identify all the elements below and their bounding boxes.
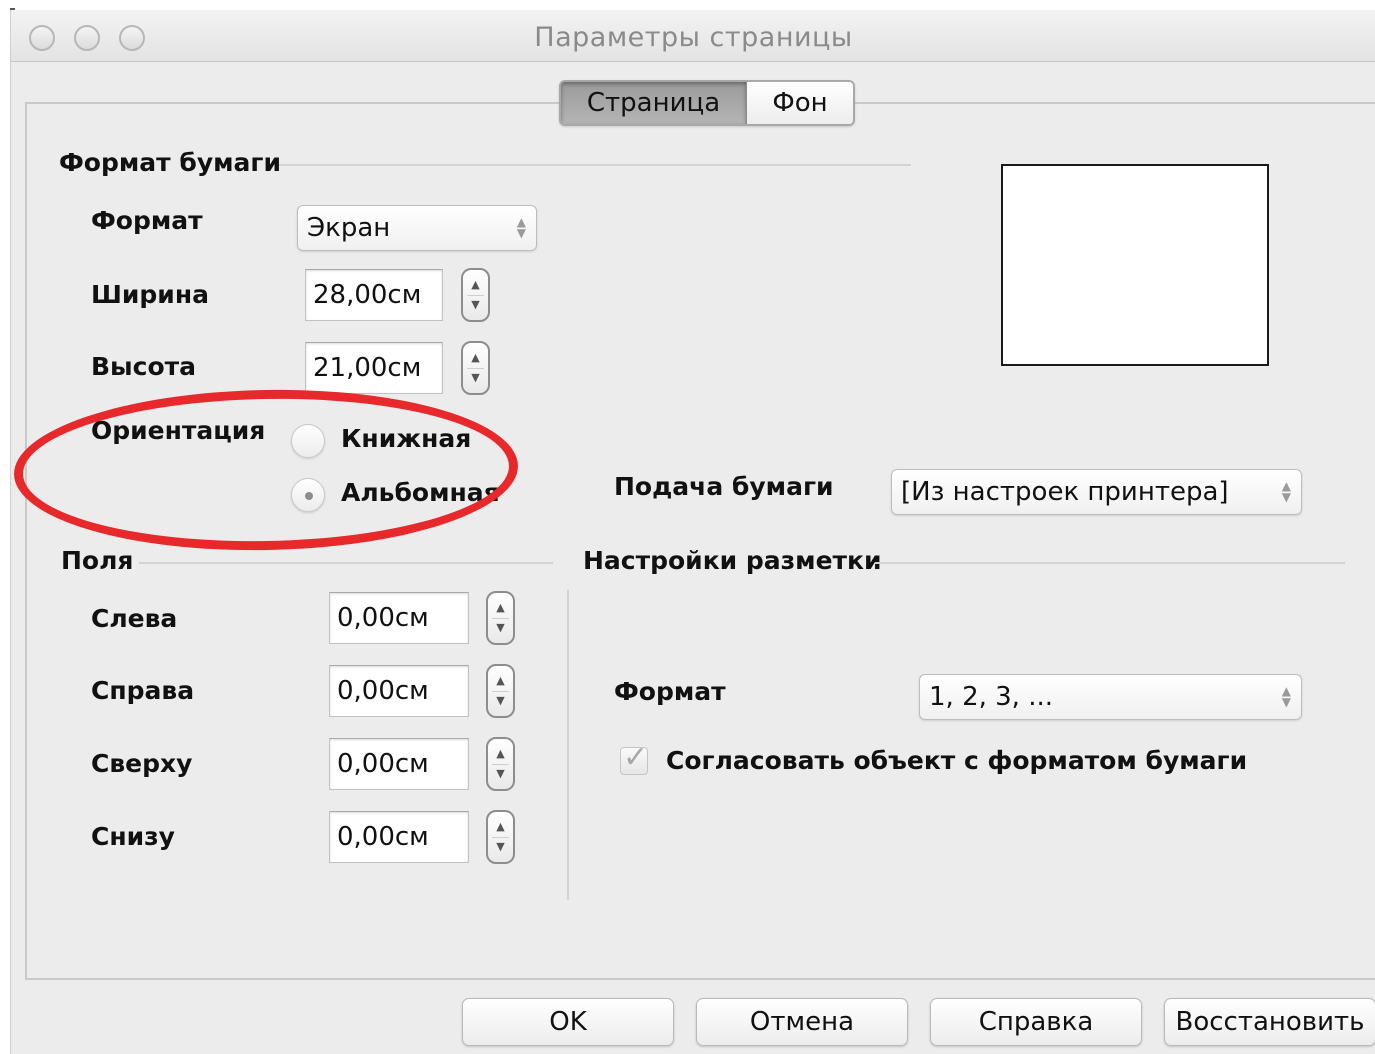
margin-right-stepper-icon[interactable]: ▲ ▼ [486, 664, 515, 718]
tab-background[interactable]: Фон [747, 82, 853, 124]
orientation-label: Ориентация [91, 416, 266, 445]
width-stepper-icon[interactable]: ▲ ▼ [461, 268, 490, 322]
page-setup-dialog: Параметры страницы Страница Фон Формат б… [10, 10, 1375, 1054]
layout-section-title: Настройки разметки [583, 546, 882, 575]
margin-left-stepper-icon[interactable]: ▲ ▼ [486, 591, 515, 645]
layout-separator [875, 562, 1345, 564]
paper-tray-select-value: [Из настроек принтера] [901, 477, 1229, 507]
help-button[interactable]: Справка [930, 998, 1142, 1046]
margin-right-field[interactable]: 0,00см [329, 665, 469, 717]
tab-bar: Страница Фон [559, 80, 855, 126]
margin-bottom-label: Снизу [91, 822, 175, 851]
fit-object-checkbox[interactable]: ✓ [620, 740, 648, 775]
checkmark-icon: ✓ [623, 740, 649, 775]
radio-selected-dot [305, 492, 313, 500]
margin-left-field[interactable]: 0,00см [329, 592, 469, 644]
fit-object-label[interactable]: Согласовать объект с форматом бумаги [666, 746, 1247, 775]
width-field[interactable]: 28,00см [305, 269, 443, 321]
tab-page[interactable]: Страница [561, 82, 747, 124]
margins-section-title: Поля [61, 546, 134, 575]
paper-format-separator [279, 164, 911, 166]
margin-top-label: Сверху [91, 749, 193, 778]
paper-tray-label: Подача бумаги [614, 472, 834, 501]
margin-bottom-stepper-icon[interactable]: ▲ ▼ [486, 810, 515, 864]
paper-tray-select[interactable]: [Из настроек принтера] ▲ ▼ [891, 469, 1302, 515]
width-label: Ширина [91, 280, 209, 309]
up-down-chevron-icon: ▲ ▼ [1281, 684, 1291, 709]
up-down-chevron-icon: ▲ ▼ [1281, 479, 1291, 504]
cancel-button[interactable]: Отмена [696, 998, 908, 1046]
margin-right-label: Справа [91, 676, 195, 705]
layout-format-select[interactable]: 1, 2, 3, ... ▲ ▼ [919, 674, 1302, 720]
portrait-radio[interactable] [291, 424, 325, 458]
height-stepper-icon[interactable]: ▲ ▼ [461, 341, 490, 395]
paper-format-section-title: Формат бумаги [59, 148, 281, 177]
reset-button[interactable]: Восстановить [1164, 998, 1375, 1046]
title-bar: Параметры страницы [11, 10, 1375, 62]
landscape-radio[interactable] [291, 478, 325, 512]
ok-button[interactable]: OK [462, 998, 674, 1046]
format-label: Формат [91, 206, 203, 235]
window-title: Параметры страницы [534, 22, 853, 53]
margin-top-stepper-icon[interactable]: ▲ ▼ [486, 737, 515, 791]
layout-format-label: Формат [614, 677, 726, 706]
portrait-label[interactable]: Книжная [341, 424, 471, 453]
format-select-value: Экран [307, 213, 391, 243]
margins-separator [139, 562, 553, 564]
height-field[interactable]: 21,00см [305, 342, 443, 394]
page-preview [1001, 164, 1269, 366]
format-select[interactable]: Экран ▲ ▼ [297, 205, 537, 251]
landscape-label[interactable]: Альбомная [341, 478, 500, 507]
margin-top-field[interactable]: 0,00см [329, 738, 469, 790]
layout-format-select-value: 1, 2, 3, ... [929, 682, 1054, 712]
margin-bottom-field[interactable]: 0,00см [329, 811, 469, 863]
up-down-chevron-icon: ▲ ▼ [516, 215, 526, 240]
margin-left-label: Слева [91, 604, 178, 633]
vertical-separator [567, 590, 569, 900]
height-label: Высота [91, 352, 197, 381]
